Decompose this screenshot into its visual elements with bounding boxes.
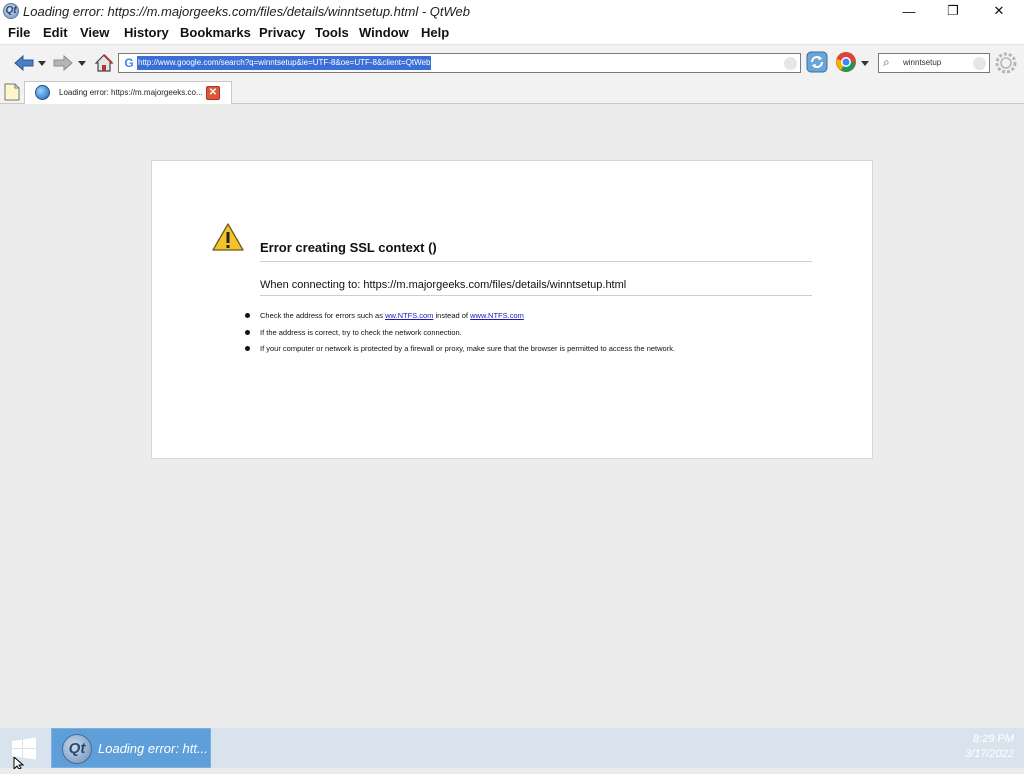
- forward-arrow-icon[interactable]: [52, 54, 74, 72]
- clock-date: 3/17/2022: [965, 748, 1014, 760]
- suggestions-list: Check the address for errors such as ww.…: [245, 311, 675, 361]
- bullet: [245, 329, 250, 335]
- menu-window[interactable]: Window: [359, 25, 409, 40]
- taskbar: Qt Loading error: htt... 8:29 PM 3/17/20…: [0, 728, 1024, 768]
- example-correct-address-link[interactable]: www.NTFS.com: [470, 311, 524, 320]
- close-button[interactable]: ✕: [976, 0, 1022, 22]
- menu-edit[interactable]: Edit: [43, 25, 68, 40]
- list-item: If your computer or network is protected…: [245, 344, 675, 361]
- window-title: Loading error: https://m.majorgeeks.com/…: [23, 4, 471, 19]
- tab-close-icon[interactable]: ✕: [206, 86, 220, 100]
- user-agent-dropdown-icon[interactable]: [860, 59, 870, 67]
- tab-bar: Loading error: https://m.majorgeeks.co..…: [0, 80, 1024, 104]
- new-tab-icon[interactable]: [4, 83, 20, 101]
- list-item: If the address is correct, try to check …: [245, 328, 675, 345]
- bullet: [245, 313, 250, 318]
- page-content: Error creating SSL context () When conne…: [0, 104, 1024, 728]
- search-icon: ⌕: [883, 55, 890, 69]
- menu-tools[interactable]: Tools: [315, 25, 349, 40]
- back-history-dropdown-icon[interactable]: [37, 59, 47, 67]
- tip-text: instead of: [433, 311, 471, 320]
- menu-help[interactable]: Help: [421, 25, 449, 40]
- forward-history-dropdown-icon[interactable]: [77, 59, 87, 67]
- list-item: Check the address for errors such as ww.…: [245, 311, 675, 328]
- example-wrong-address-link[interactable]: ww.NTFS.com: [385, 311, 433, 320]
- menu-privacy[interactable]: Privacy: [259, 25, 305, 40]
- search-box[interactable]: ⌕ winntsetup: [878, 53, 990, 73]
- title-bar: Qt Loading error: https://m.majorgeeks.c…: [0, 0, 1024, 22]
- search-clear-icon[interactable]: [973, 57, 986, 70]
- qtweb-taskbar-icon: Qt: [62, 734, 92, 764]
- maximize-button[interactable]: ❐: [930, 0, 976, 22]
- error-panel: Error creating SSL context () When conne…: [151, 160, 873, 459]
- clock-time: 8:29 PM: [973, 733, 1014, 745]
- menu-view[interactable]: View: [80, 25, 109, 40]
- minimize-button[interactable]: —: [886, 0, 932, 22]
- navigation-toolbar: G http://www.google.com/search?q=winntse…: [0, 44, 1024, 80]
- menu-file[interactable]: File: [8, 25, 30, 40]
- taskbar-item-qtweb[interactable]: Qt Loading error: htt...: [51, 728, 211, 768]
- search-input[interactable]: winntsetup: [903, 58, 941, 67]
- tab-active[interactable]: Loading error: https://m.majorgeeks.co..…: [24, 81, 232, 104]
- menu-bookmarks[interactable]: Bookmarks: [180, 25, 251, 40]
- mouse-cursor-icon: [13, 755, 25, 774]
- address-clear-icon[interactable]: [784, 57, 797, 70]
- menu-bar: File Edit View History Bookmarks Privacy…: [0, 22, 1024, 44]
- taskbar-item-label: Loading error: htt...: [98, 741, 208, 756]
- divider: [260, 261, 812, 262]
- tip-text: If the address is correct, try to check …: [260, 327, 462, 337]
- error-title: Error creating SSL context (): [260, 240, 437, 255]
- chrome-user-agent-icon[interactable]: [835, 51, 857, 73]
- globe-icon: [35, 85, 50, 100]
- connecting-url-text: When connecting to: https://m.majorgeeks…: [260, 279, 627, 291]
- address-input[interactable]: http://www.google.com/search?q=winntsetu…: [137, 56, 432, 70]
- tab-label: Loading error: https://m.majorgeeks.co..…: [59, 88, 203, 97]
- reload-icon[interactable]: [806, 51, 828, 73]
- home-icon[interactable]: [94, 53, 114, 73]
- qtweb-app-icon[interactable]: Qt: [3, 3, 19, 19]
- google-search-engine-icon: G: [124, 56, 134, 70]
- divider: [260, 295, 812, 296]
- tip-text: If your computer or network is protected…: [260, 344, 676, 353]
- back-arrow-icon[interactable]: [13, 54, 35, 72]
- tip-text: Check the address for errors such as: [260, 311, 386, 320]
- warning-icon: [212, 223, 244, 251]
- menu-history[interactable]: History: [124, 25, 169, 40]
- settings-gear-icon[interactable]: [994, 51, 1018, 75]
- address-bar[interactable]: G http://www.google.com/search?q=winntse…: [118, 53, 801, 73]
- bullet: [245, 346, 250, 351]
- system-clock[interactable]: 8:29 PM 3/17/2022: [965, 732, 1014, 762]
